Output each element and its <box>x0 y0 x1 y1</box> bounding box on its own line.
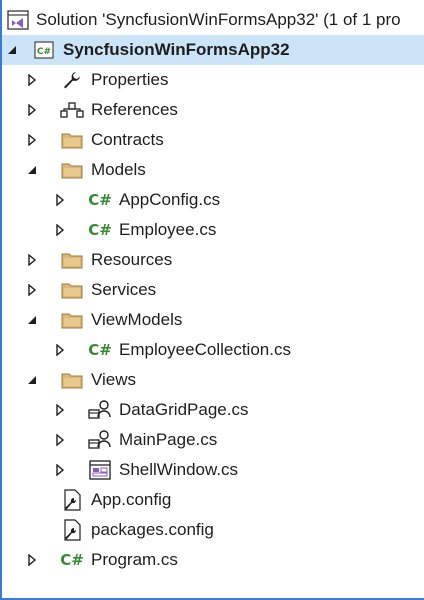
tree-item-label: AppConfig.cs <box>119 190 221 209</box>
svg-text:C#: C# <box>37 47 51 57</box>
tree-item-references[interactable]: References <box>0 95 424 125</box>
collapsed-arrow-icon[interactable] <box>24 125 40 155</box>
csharp-file-icon: C# <box>88 221 112 239</box>
tree-item-properties[interactable]: Properties <box>0 65 424 95</box>
references-icon <box>60 95 84 125</box>
tree-item-label: References <box>91 100 178 119</box>
window-border-left <box>0 0 2 600</box>
tree-item-appconfig-cs[interactable]: C# AppConfig.cs <box>0 185 424 215</box>
project-row[interactable]: C# SyncfusionWinFormsApp32 <box>0 35 424 65</box>
user-control-icon <box>88 425 112 455</box>
tree-item-contracts[interactable]: Contracts <box>0 125 424 155</box>
project-label: SyncfusionWinFormsApp32 <box>63 40 290 59</box>
tree-item-label: Employee.cs <box>119 220 217 239</box>
tree-item-label: Resources <box>91 250 173 269</box>
tree-item-label: ViewModels <box>91 310 183 329</box>
tree-item-label: ShellWindow.cs <box>119 460 239 479</box>
collapsed-arrow-icon[interactable] <box>52 425 68 455</box>
tree-item-label: App.config <box>91 490 172 509</box>
collapsed-arrow-icon[interactable] <box>52 185 68 215</box>
tree-item-label: DataGridPage.cs <box>119 400 249 419</box>
config-file-icon <box>60 485 84 515</box>
folder-icon <box>60 125 84 155</box>
tree-item-models[interactable]: Models <box>0 155 424 185</box>
collapsed-arrow-icon[interactable] <box>24 245 40 275</box>
tree-item-app-config[interactable]: App.config <box>0 485 424 515</box>
tree-item-employeecollection-cs[interactable]: C# EmployeeCollection.cs <box>0 335 424 365</box>
tree-item-services[interactable]: Services <box>0 275 424 305</box>
expanded-arrow-icon[interactable] <box>24 305 40 335</box>
expanded-arrow-icon[interactable] <box>24 155 40 185</box>
folder-icon <box>60 305 84 335</box>
folder-icon <box>60 245 84 275</box>
tree-item-resources[interactable]: Resources <box>0 245 424 275</box>
tree-item-datagridpage-cs[interactable]: DataGridPage.cs <box>0 395 424 425</box>
collapsed-arrow-icon[interactable] <box>52 335 68 365</box>
wrench-icon <box>60 65 84 95</box>
solution-row[interactable]: Solution 'SyncfusionWinFormsApp32' (1 of… <box>0 5 424 35</box>
collapsed-arrow-icon[interactable] <box>24 275 40 305</box>
csharp-file-icon: C# <box>88 341 112 359</box>
tree-item-label: MainPage.cs <box>119 430 218 449</box>
tree-item-employee-cs[interactable]: C# Employee.cs <box>0 215 424 245</box>
tree-item-views[interactable]: Views <box>0 365 424 395</box>
windows-form-icon <box>88 455 112 485</box>
tree-item-label: Views <box>91 370 137 389</box>
csharp-file-icon: C# <box>88 191 112 209</box>
collapsed-arrow-icon[interactable] <box>52 395 68 425</box>
tree-item-viewmodels[interactable]: ViewModels <box>0 305 424 335</box>
tree-item-label: EmployeeCollection.cs <box>119 340 291 359</box>
collapsed-arrow-icon[interactable] <box>52 215 68 245</box>
tree-item-label: Models <box>91 160 146 179</box>
collapsed-arrow-icon[interactable] <box>24 95 40 125</box>
tree-item-label: Services <box>91 280 157 299</box>
tree-item-label: Contracts <box>91 130 164 149</box>
folder-icon <box>60 155 84 185</box>
folder-icon <box>60 275 84 305</box>
tree-item-shellwindow-cs[interactable]: ShellWindow.cs <box>0 455 424 485</box>
expanded-arrow-icon[interactable] <box>24 365 40 395</box>
tree-item-label: packages.config <box>91 520 214 539</box>
csharp-project-icon: C# <box>32 35 56 65</box>
collapsed-arrow-icon[interactable] <box>24 545 40 575</box>
tree-item-packages-config[interactable]: packages.config <box>0 515 424 545</box>
collapsed-arrow-icon[interactable] <box>52 455 68 485</box>
user-control-icon <box>88 395 112 425</box>
tree-item-label: Program.cs <box>91 550 178 569</box>
tree-item-program-cs[interactable]: C# Program.cs <box>0 545 424 575</box>
folder-icon <box>60 365 84 395</box>
csharp-file-icon: C# <box>60 551 84 569</box>
config-file-icon <box>60 515 84 545</box>
tree-item-mainpage-cs[interactable]: MainPage.cs <box>0 425 424 455</box>
expanded-arrow-icon[interactable] <box>4 35 20 65</box>
tree-item-label: Properties <box>91 70 169 89</box>
collapsed-arrow-icon[interactable] <box>24 65 40 95</box>
solution-label: Solution 'SyncfusionWinFormsApp32' (1 of… <box>36 10 401 29</box>
visual-studio-solution-icon <box>6 5 30 35</box>
